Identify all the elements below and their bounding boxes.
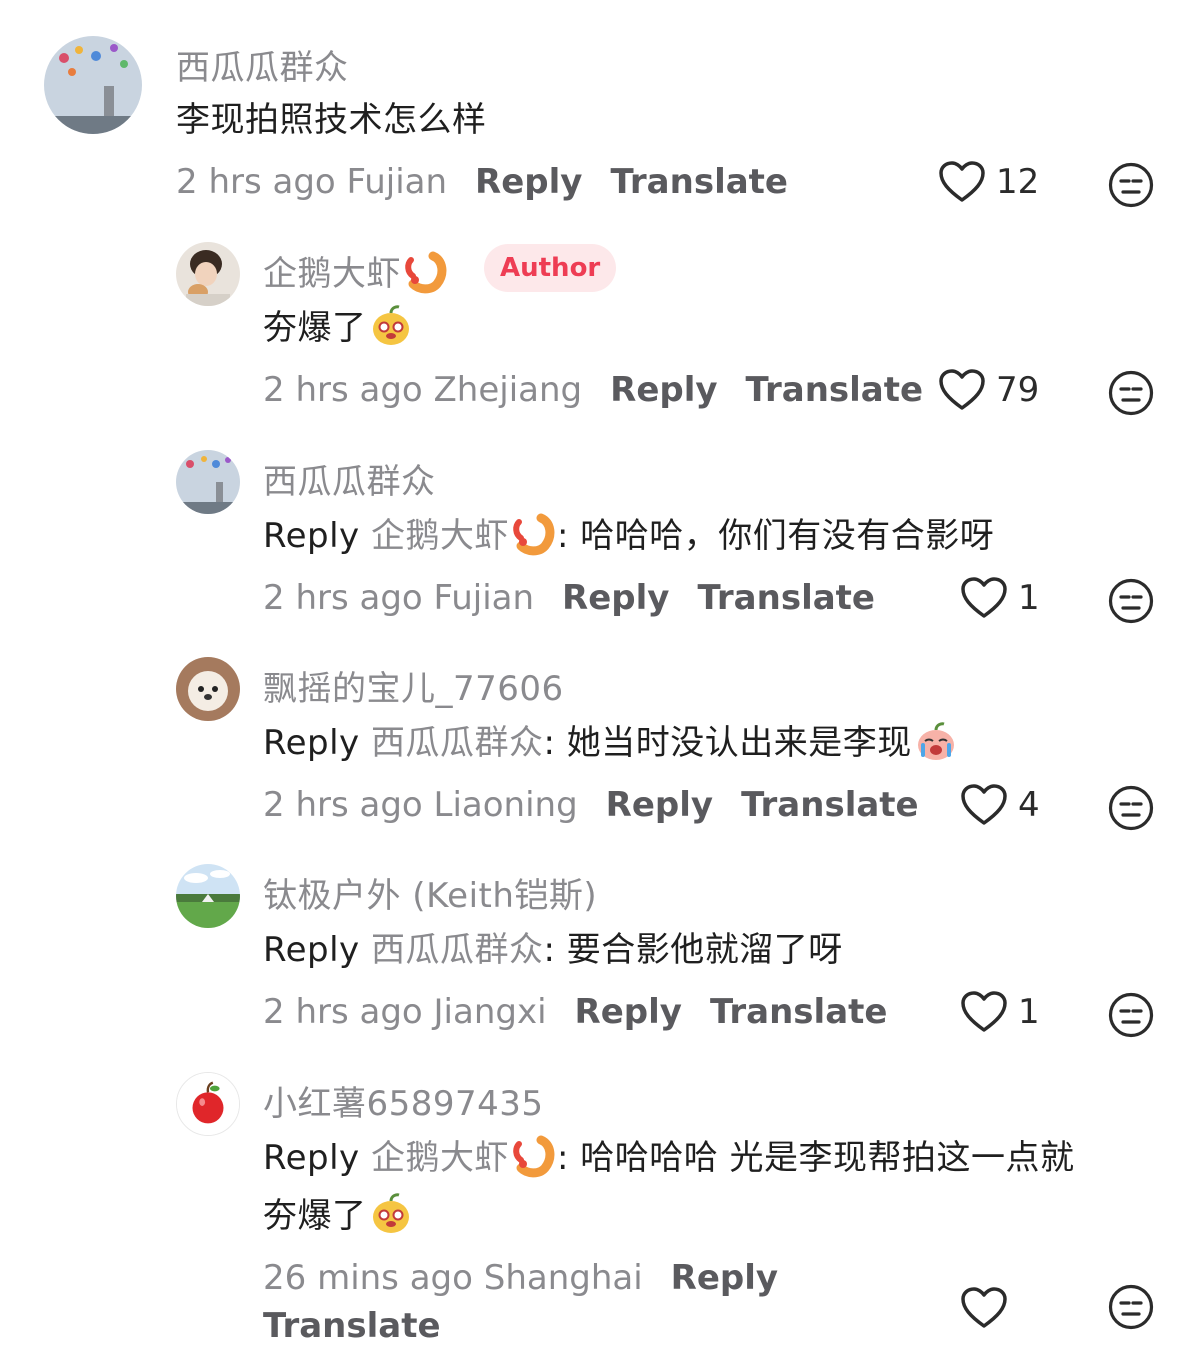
avatar[interactable] — [176, 1072, 240, 1136]
avatar[interactable] — [44, 36, 142, 134]
comment-text: 夯爆了 — [263, 300, 415, 356]
neutral-face-icon — [1108, 162, 1154, 208]
comment-meta: 2 hrs ago Zhejiang Reply Translate — [263, 370, 923, 410]
comment-time-location: 26 mins ago Shanghai — [263, 1258, 643, 1298]
like-count: 12 — [996, 162, 1040, 202]
comment-time-location: 2 hrs ago Fujian — [263, 578, 535, 618]
comment-username[interactable]: 企鹅大虾 — [263, 246, 449, 298]
author-badge: Author — [484, 244, 617, 292]
comment-text: Reply 西瓜瓜群众: 要合影他就溜了呀 — [263, 930, 843, 970]
comment-text: Reply 西瓜瓜群众: 她当时没认出来是李现 — [263, 715, 960, 771]
like-button[interactable]: 1 — [960, 990, 1040, 1034]
avatar-image — [177, 1073, 239, 1135]
comment-text: Reply 企鹅大虾: 哈哈哈哈 光是李现帮拍这一点就 — [263, 1130, 1075, 1186]
reply-target-username[interactable]: 西瓜瓜群众 — [371, 723, 544, 763]
neutral-face-icon — [1108, 578, 1154, 624]
avatar[interactable] — [176, 242, 240, 306]
comment-meta: 2 hrs ago Liaoning Reply Translate — [263, 785, 919, 825]
comment-time-location: 2 hrs ago Liaoning — [263, 785, 578, 825]
like-count: 1 — [1018, 992, 1040, 1032]
heart-outline-icon — [961, 577, 1007, 618]
like-count: 4 — [1018, 785, 1040, 825]
translate-button[interactable]: Translate — [746, 370, 924, 410]
comment-meta-continued: Translate — [263, 1306, 441, 1346]
translate-button[interactable]: Translate — [741, 785, 919, 825]
reply-prefix: Reply — [263, 1138, 360, 1178]
comment-meta: 2 hrs ago Fujian Reply Translate — [263, 578, 875, 618]
avatar-image — [44, 36, 142, 134]
reply-button[interactable]: Reply — [606, 785, 713, 825]
comment-username[interactable]: 西瓜瓜群众 — [176, 40, 349, 89]
like-button[interactable]: 12 — [938, 160, 1039, 204]
like-count: 1 — [1018, 578, 1040, 618]
comment-username[interactable]: 小红薯65897435 — [263, 1076, 544, 1125]
comment-time-location: 2 hrs ago Jiangxi — [263, 992, 547, 1032]
translate-button[interactable]: Translate — [610, 162, 788, 202]
shrimp-emoji — [511, 512, 555, 556]
translate-button[interactable]: Translate — [710, 992, 888, 1032]
heart-outline-icon — [939, 369, 985, 410]
comment-username[interactable]: 钛极户外 (Keith铠斯) — [263, 868, 597, 917]
reaction-button[interactable] — [1108, 1284, 1154, 1330]
like-button[interactable]: 1 — [960, 576, 1040, 620]
shrimp-emoji — [511, 1134, 555, 1178]
crying-peach-emoji — [914, 719, 958, 763]
comment-text-continued: 夯爆了 — [263, 1188, 415, 1244]
avatar-image — [176, 657, 240, 721]
comment-time-location: 2 hrs ago Fujian — [176, 162, 448, 202]
translate-button[interactable]: Translate — [697, 578, 875, 618]
like-button[interactable]: 79 — [938, 368, 1039, 412]
comment-meta: 26 mins ago Shanghai Reply — [263, 1258, 778, 1298]
translate-button[interactable]: Translate — [263, 1306, 441, 1346]
heart-outline-icon — [961, 991, 1007, 1032]
shrimp-emoji — [403, 250, 447, 294]
reaction-button[interactable] — [1108, 162, 1154, 208]
comment-meta: 2 hrs ago Jiangxi Reply Translate — [263, 992, 887, 1032]
reaction-button[interactable] — [1108, 370, 1154, 416]
neutral-face-icon — [1108, 992, 1154, 1038]
avatar-image — [176, 864, 240, 928]
neutral-face-icon — [1108, 1284, 1154, 1330]
comment-username[interactable]: 飘摇的宝儿_77606 — [263, 661, 564, 710]
comment-text: Reply 企鹅大虾: 哈哈哈，你们有没有合影呀 — [263, 508, 994, 564]
avatar[interactable] — [176, 657, 240, 721]
reply-button[interactable]: Reply — [610, 370, 717, 410]
neutral-face-icon — [1108, 370, 1154, 416]
comment-time-location: 2 hrs ago Zhejiang — [263, 370, 583, 410]
like-button[interactable] — [960, 1286, 1018, 1330]
avatar-image — [176, 242, 240, 306]
reaction-button[interactable] — [1108, 785, 1154, 831]
reply-prefix: Reply — [263, 723, 360, 763]
neutral-face-icon — [1108, 785, 1154, 831]
comment-username[interactable]: 西瓜瓜群众 — [263, 454, 436, 503]
reaction-button[interactable] — [1108, 992, 1154, 1038]
reply-prefix: Reply — [263, 516, 360, 556]
heart-outline-icon — [939, 161, 985, 202]
heart-outline-icon — [961, 784, 1007, 825]
heart-outline-icon — [961, 1287, 1007, 1328]
reply-button[interactable]: Reply — [475, 162, 582, 202]
avatar[interactable] — [176, 450, 240, 514]
like-button[interactable]: 4 — [960, 783, 1040, 827]
reply-button[interactable]: Reply — [671, 1258, 778, 1298]
comment-text: 李现拍照技术怎么样 — [176, 100, 487, 140]
comment-meta: 2 hrs ago Fujian Reply Translate — [176, 162, 788, 202]
avatar[interactable] — [176, 864, 240, 928]
reply-button[interactable]: Reply — [575, 992, 682, 1032]
mango-face-emoji — [369, 304, 413, 348]
reply-prefix: Reply — [263, 930, 360, 970]
reply-button[interactable]: Reply — [562, 578, 669, 618]
reaction-button[interactable] — [1108, 578, 1154, 624]
like-count: 79 — [996, 370, 1040, 410]
avatar-image — [176, 450, 240, 514]
reply-target-username[interactable]: 企鹅大虾 — [371, 1138, 509, 1178]
mango-face-emoji — [369, 1192, 413, 1236]
reply-target-username[interactable]: 西瓜瓜群众 — [371, 930, 544, 970]
reply-target-username[interactable]: 企鹅大虾 — [371, 516, 509, 556]
